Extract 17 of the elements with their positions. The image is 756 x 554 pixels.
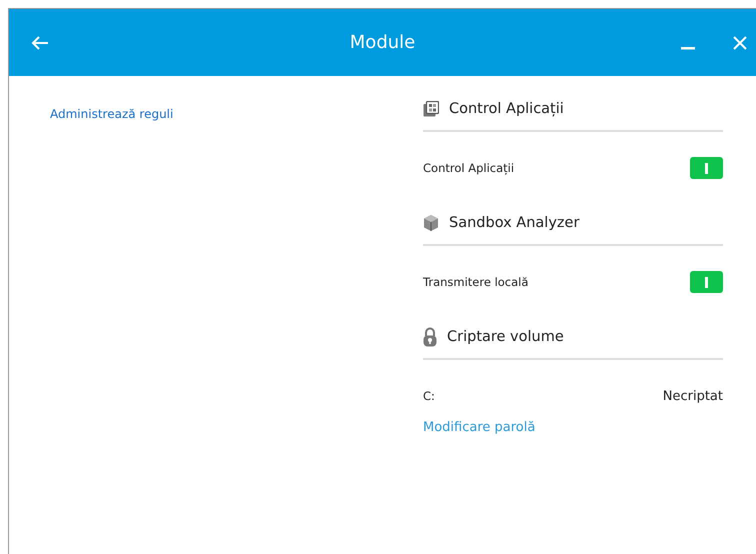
- drive-label: C:: [423, 389, 435, 403]
- setting-label: Control Aplicații: [423, 161, 514, 175]
- back-icon[interactable]: [31, 34, 49, 50]
- manage-rules-link[interactable]: Administrează reguli: [50, 107, 174, 121]
- close-icon[interactable]: [733, 36, 747, 50]
- change-password-link[interactable]: Modificare parolă: [423, 420, 536, 435]
- section-title: Control Aplicații: [449, 101, 564, 117]
- setting-label: Transmitere locală: [423, 275, 528, 289]
- section-title: Sandbox Analyzer: [449, 215, 580, 231]
- cube-icon: [423, 214, 439, 232]
- lock-icon: [423, 327, 437, 347]
- apps-icon: [423, 101, 439, 117]
- toggle-switch[interactable]: [690, 271, 723, 293]
- toggle-switch[interactable]: [690, 157, 723, 179]
- window-title: Module: [350, 32, 416, 53]
- encryption-status: Necriptat: [662, 388, 723, 404]
- section-title: Criptare volume: [447, 329, 564, 345]
